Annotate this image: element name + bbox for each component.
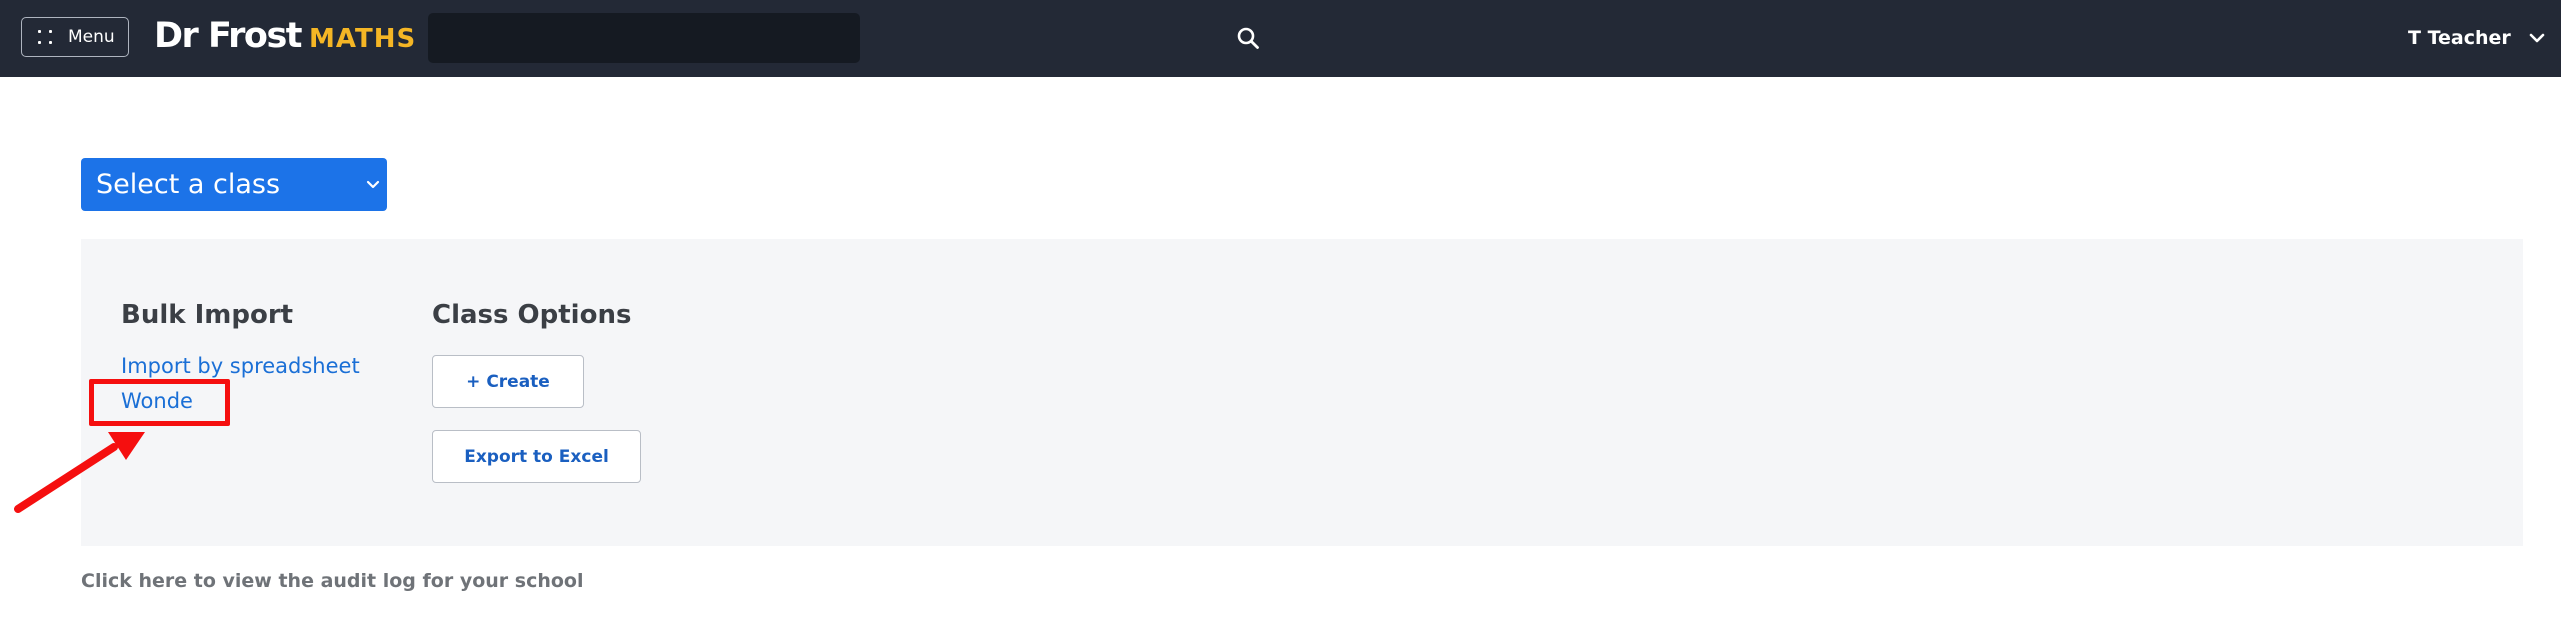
class-options-heading: Class Options bbox=[432, 300, 632, 330]
user-menu[interactable]: T Teacher bbox=[2408, 22, 2545, 54]
audit-log-link[interactable]: Click here to view the audit log for you… bbox=[81, 570, 584, 592]
user-name: T Teacher bbox=[2408, 27, 2511, 49]
top-navbar: Menu Dr Frost MATHS T Teacher bbox=[0, 0, 2561, 77]
chevron-down-icon bbox=[366, 180, 380, 189]
logo-text-primary: Dr Frost bbox=[154, 16, 303, 56]
search-box bbox=[428, 13, 1259, 63]
bulk-import-heading: Bulk Import bbox=[121, 300, 294, 330]
chevron-down-icon bbox=[2529, 33, 2545, 43]
search-input[interactable] bbox=[428, 13, 808, 63]
logo-text-secondary: MATHS bbox=[309, 24, 417, 54]
dr-frost-maths-logo[interactable]: Dr Frost MATHS bbox=[154, 16, 416, 60]
grid-dots-icon bbox=[38, 30, 52, 44]
create-class-button[interactable]: + Create bbox=[432, 355, 584, 408]
class-select-value: Select a class bbox=[96, 169, 281, 200]
arrow-icon bbox=[14, 432, 145, 513]
export-to-excel-button[interactable]: Export to Excel bbox=[432, 430, 641, 483]
class-select-dropdown[interactable]: Select a class bbox=[81, 158, 387, 211]
menu-button[interactable]: Menu bbox=[21, 17, 129, 57]
search-icon[interactable] bbox=[1236, 26, 1260, 50]
menu-label: Menu bbox=[68, 27, 115, 47]
annotation-highlight-box bbox=[89, 379, 230, 426]
import-by-spreadsheet-link[interactable]: Import by spreadsheet bbox=[121, 354, 360, 378]
